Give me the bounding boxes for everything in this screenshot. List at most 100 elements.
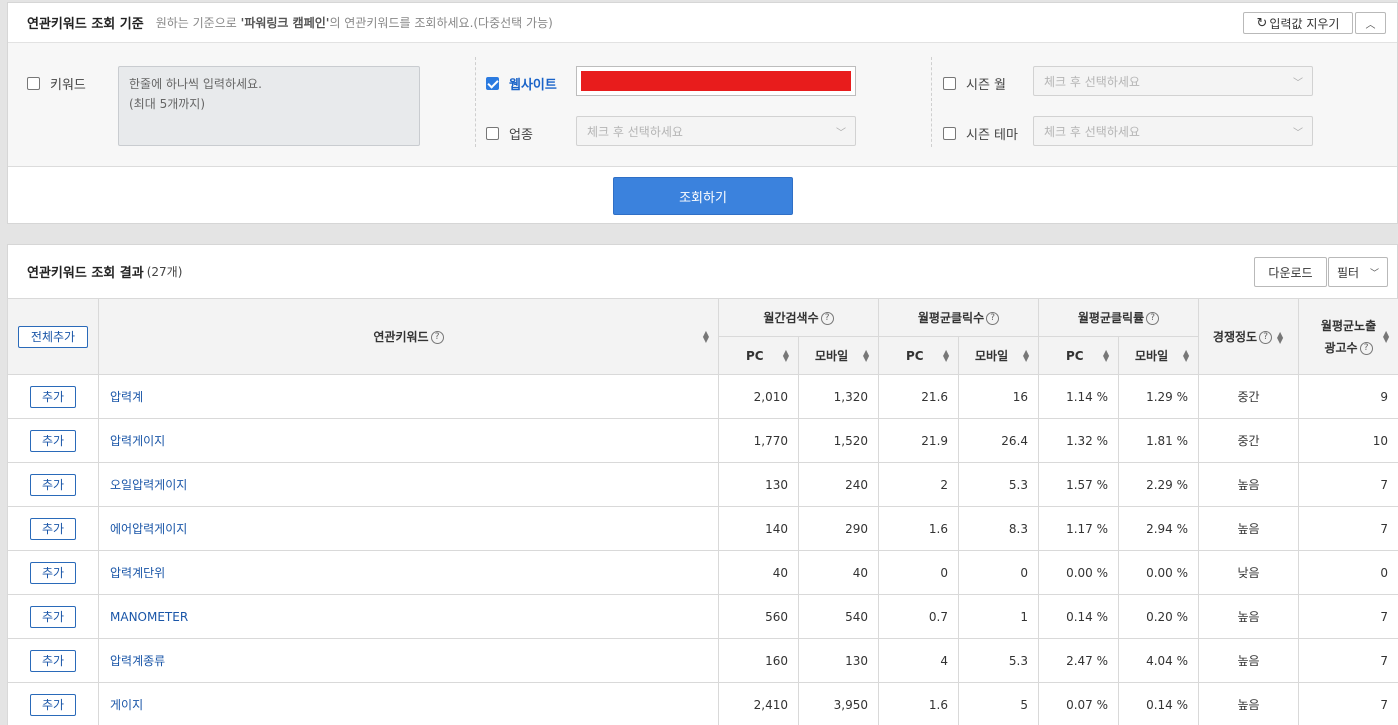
help-icon[interactable]: ? — [1259, 331, 1273, 344]
header-clicks-pc[interactable]: PC ▲ ▼ — [878, 336, 960, 375]
chevron-down-icon: ﹀ — [1369, 269, 1379, 279]
criteria-panel: 연관키워드 조회 기준 원하는 기준으로 '파워링크 캠페인'의 연관키워드를 … — [7, 2, 1398, 224]
ctr-pc: 1.17 % — [1038, 506, 1120, 551]
chevron-down-icon: ﹀ — [836, 128, 846, 139]
help-icon[interactable]: ? — [1146, 312, 1160, 325]
keyword-checkbox[interactable] — [27, 77, 40, 90]
search-mobile: 40 — [797, 550, 880, 595]
add-button[interactable]: 추가 — [30, 605, 76, 628]
keyword-link[interactable]: 압력계단위 — [98, 550, 719, 595]
ctr-mobile: 0.00 % — [1118, 550, 1200, 595]
website-input[interactable] — [576, 66, 856, 96]
keyword-link[interactable]: 에어압력게이지 — [98, 506, 719, 551]
add-cell: 추가 — [7, 418, 99, 463]
table-row: 추가 오일압력게이지 130 240 2 5.3 1.57 % 2.29 % 높음 7 — [7, 462, 1398, 507]
search-mobile: 3,950 — [797, 682, 880, 725]
clicks-pc: 0 — [878, 550, 960, 595]
clear-input-button[interactable]: ↻ 입력값 지우기 — [1243, 12, 1353, 34]
header-competition[interactable]: 경쟁정도? ▲ ▼ — [1198, 298, 1300, 375]
clicks-pc: 0.7 — [878, 594, 960, 639]
clicks-mobile: 8.3 — [958, 506, 1040, 551]
keyword-link[interactable]: 게이지 — [98, 682, 719, 725]
ctr-mobile: 4.04 % — [1118, 638, 1200, 683]
header-avg-clicks: 월평균클릭수? — [878, 298, 1040, 337]
season-theme-checkbox[interactable] — [943, 127, 956, 140]
industry-checkbox[interactable] — [486, 127, 499, 140]
header-ctr-pc[interactable]: PC ▲ ▼ — [1038, 336, 1120, 375]
sort-icon[interactable]: ▲ ▼ — [1382, 329, 1390, 343]
keyword-link[interactable]: 압력계 — [98, 374, 719, 419]
add-button[interactable]: 추가 — [30, 517, 76, 540]
ctr-mobile: 1.81 % — [1118, 418, 1200, 463]
results-count: (27개) — [146, 265, 183, 279]
season-month-checkbox[interactable] — [943, 77, 956, 90]
keyword-link[interactable]: 압력계종류 — [98, 638, 719, 683]
help-icon[interactable]: ? — [986, 312, 1000, 325]
results-title: 연관키워드 조회 결과 — [27, 266, 144, 281]
column-divider — [931, 57, 932, 147]
header-search-pc[interactable]: PC ▲ ▼ — [718, 336, 799, 375]
keyword-link[interactable]: MANOMETER — [98, 594, 719, 639]
keyword-label: 키워드 — [50, 78, 86, 93]
add-all-button[interactable]: 전체추가 — [18, 325, 88, 348]
ctr-pc: 1.14 % — [1038, 374, 1120, 419]
header-keyword[interactable]: 연관키워드? ▲ ▼ — [98, 298, 719, 375]
search-pc: 40 — [718, 550, 799, 595]
header-clicks-mobile[interactable]: 모바일 ▲ ▼ — [958, 336, 1040, 375]
ctr-pc: 0.00 % — [1038, 550, 1120, 595]
sort-icon[interactable]: ▲ ▼ — [1276, 330, 1284, 344]
sort-icon: ▲ ▼ — [942, 347, 950, 363]
season-month-select[interactable]: 체크 후 선택하세요 ﹀ — [1033, 66, 1313, 96]
website-checkbox[interactable] — [486, 77, 499, 90]
ctr-pc: 1.57 % — [1038, 462, 1120, 507]
clicks-mobile: 16 — [958, 374, 1040, 419]
column-divider — [475, 57, 476, 147]
season-theme-select[interactable]: 체크 후 선택하세요 ﹀ — [1033, 116, 1313, 146]
season-month-label: 시즌 월 — [966, 78, 1007, 93]
clicks-pc: 2 — [878, 462, 960, 507]
sort-icon: ▲ ▼ — [1102, 347, 1110, 363]
ctr-pc: 2.47 % — [1038, 638, 1120, 683]
keyword-textarea[interactable]: 한줄에 하나씩 입력하세요. (최대 5개까지) — [118, 66, 420, 146]
add-button[interactable]: 추가 — [30, 429, 76, 452]
keyword-link[interactable]: 압력게이지 — [98, 418, 719, 463]
search-button[interactable]: 조회하기 — [613, 177, 793, 215]
add-button[interactable]: 추가 — [30, 473, 76, 496]
add-button[interactable]: 추가 — [30, 385, 76, 408]
results-panel: 연관키워드 조회 결과 (27개) 다운로드 필터 ﹀ 전체추가 연관키워드? … — [7, 244, 1398, 725]
ctr-mobile: 1.29 % — [1118, 374, 1200, 419]
filter-button[interactable]: 필터 ﹀ — [1328, 257, 1388, 287]
criteria-body: 키워드 한줄에 하나씩 입력하세요. (최대 5개까지) 웹사이트 업종 체크 … — [8, 43, 1397, 167]
add-cell: 추가 — [7, 682, 99, 725]
add-button[interactable]: 추가 — [30, 693, 76, 716]
table-row: 추가 압력계 2,010 1,320 21.6 16 1.14 % 1.29 % 중간 9 — [7, 374, 1398, 419]
competition: 낮음 — [1198, 550, 1300, 595]
help-icon[interactable]: ? — [820, 312, 834, 325]
help-icon[interactable]: ? — [430, 331, 444, 344]
header-search-mobile[interactable]: 모바일 ▲ ▼ — [797, 336, 880, 375]
clicks-pc: 21.9 — [878, 418, 960, 463]
table-row: 추가 MANOMETER 560 540 0.7 1 0.14 % 0.20 % 높음 7 — [7, 594, 1398, 639]
download-button[interactable]: 다운로드 — [1254, 257, 1327, 287]
industry-select[interactable]: 체크 후 선택하세요 ﹀ — [576, 116, 856, 146]
header-ctr-mobile[interactable]: 모바일 ▲ ▼ — [1118, 336, 1200, 375]
search-pc: 560 — [718, 594, 799, 639]
search-mobile: 240 — [797, 462, 880, 507]
add-cell: 추가 — [7, 550, 99, 595]
keyword-link[interactable]: 오일압력게이지 — [98, 462, 719, 507]
header-avg-ads[interactable]: 월평균노출 광고수? ▲ ▼ — [1298, 298, 1398, 375]
help-icon[interactable]: ? — [1359, 341, 1373, 355]
search-pc: 160 — [718, 638, 799, 683]
table-row: 추가 압력게이지 1,770 1,520 21.9 26.4 1.32 % 1.81 % 중간 1… — [7, 418, 1398, 463]
ctr-mobile: 2.94 % — [1118, 506, 1200, 551]
collapse-button[interactable]: ︿ — [1355, 12, 1386, 34]
search-mobile: 290 — [797, 506, 880, 551]
sort-icon: ▲ ▼ — [1022, 347, 1030, 363]
search-mobile: 1,320 — [797, 374, 880, 419]
search-pc: 2,010 — [718, 374, 799, 419]
add-button[interactable]: 추가 — [30, 649, 76, 672]
add-cell: 추가 — [7, 594, 99, 639]
table-row: 추가 압력계종류 160 130 4 5.3 2.47 % 4.04 % 높음 7 — [7, 638, 1398, 683]
sort-icon[interactable]: ▲ ▼ — [702, 329, 710, 343]
add-button[interactable]: 추가 — [30, 561, 76, 584]
